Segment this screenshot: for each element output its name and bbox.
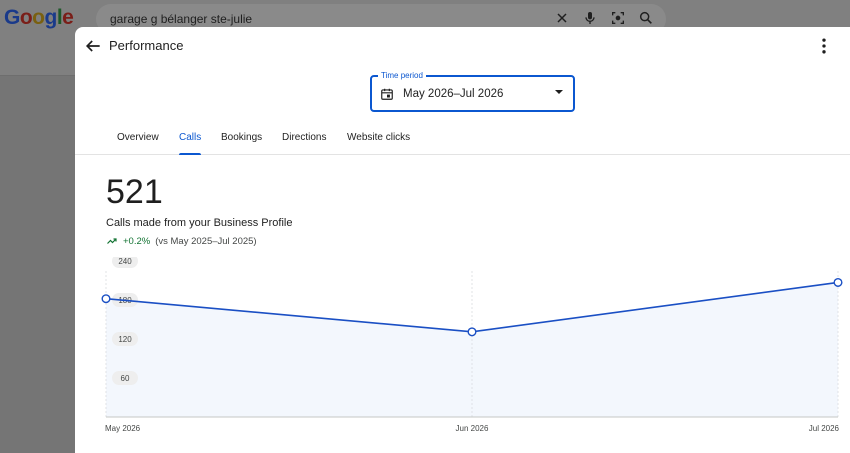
y-tick-label: 120	[118, 335, 132, 344]
lens-icon[interactable]	[610, 10, 626, 26]
logo-letter: g	[44, 6, 58, 29]
tab-bookings[interactable]: Bookings	[221, 132, 262, 155]
data-point	[833, 277, 843, 287]
time-period-select[interactable]: Time period May 2026–Jul 2026	[370, 70, 575, 112]
google-logo[interactable]: Google	[4, 6, 74, 30]
logo-letter: G	[4, 6, 20, 29]
metric-label: Calls made from your Business Profile	[106, 217, 293, 229]
more-vert-icon[interactable]	[814, 36, 834, 56]
calendar-icon	[381, 88, 393, 100]
trending-up-icon	[107, 238, 117, 244]
arrow-back-icon[interactable]	[83, 36, 103, 56]
calls-line-chart: 240 180 120 60 May 2026 Jun 2026 Jul 2026	[75, 257, 850, 453]
logo-letter: o	[32, 6, 45, 29]
x-tick-label: Jul 2026	[809, 424, 840, 433]
page-title: Performance	[109, 38, 184, 53]
data-point	[467, 327, 477, 337]
tab-calls[interactable]: Calls	[179, 132, 202, 155]
dialog-header: Performance	[75, 27, 850, 65]
close-icon[interactable]	[554, 10, 570, 26]
tab-directions[interactable]: Directions	[282, 132, 326, 155]
logo-letter: o	[19, 6, 33, 29]
microphone-icon[interactable]	[582, 10, 598, 26]
chevron-down-icon	[555, 90, 563, 94]
trend-change: +0.2%	[123, 235, 151, 247]
trend-comparison: (vs May 2025–Jul 2025)	[155, 235, 257, 247]
data-point	[101, 294, 111, 304]
y-tick-label: 240	[118, 257, 132, 266]
search-icon[interactable]	[638, 10, 654, 26]
metric-tabs: Overview Calls Bookings Directions Websi…	[75, 123, 850, 155]
search-query[interactable]: garage g bélanger ste-julie	[110, 12, 252, 26]
x-tick-label: Jun 2026	[456, 424, 489, 433]
chart-svg: 24018012060May 2026 Jun 2026 Jul 2026	[101, 257, 843, 433]
tab-overview[interactable]: Overview	[117, 132, 159, 155]
time-period-label: Time period	[378, 70, 426, 81]
time-period-value: May 2026–Jul 2026	[403, 88, 504, 100]
metric-trend: +0.2% (vs May 2025–Jul 2025)	[106, 235, 257, 247]
metric-value: 521	[106, 173, 163, 211]
logo-letter: e	[62, 6, 74, 29]
y-tick-label: 60	[121, 374, 130, 383]
performance-dialog: Performance Time period May 2026–Jul 202…	[75, 27, 850, 453]
tab-website-clicks[interactable]: Website clicks	[347, 132, 410, 155]
x-tick-label: May 2026	[105, 424, 141, 433]
